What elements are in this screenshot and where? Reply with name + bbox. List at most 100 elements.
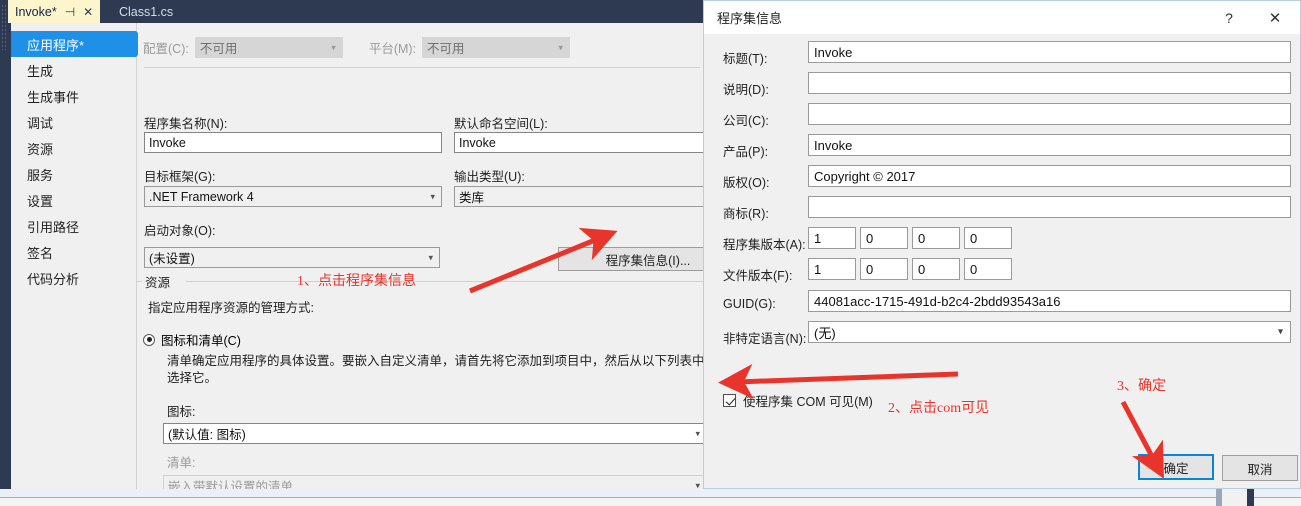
vs-vertical-toolbar-strip <box>0 0 8 506</box>
cancel-button[interactable]: 取消 <box>1222 455 1298 481</box>
sidebar-item-label: 设置 <box>27 193 54 209</box>
trademark-input[interactable] <box>808 196 1291 218</box>
default-namespace-input[interactable]: Invoke <box>454 132 703 153</box>
product-input-value: Invoke <box>814 137 853 153</box>
annotation-step-2: 2、点击com可见 <box>888 401 990 416</box>
product-input[interactable]: Invoke <box>808 134 1291 156</box>
file-version-minor-input[interactable]: 0 <box>860 258 908 280</box>
assembly-name-label: 程序集名称(N): <box>144 117 228 131</box>
chevron-down-icon: ▾ <box>428 252 433 262</box>
sidebar-item-application[interactable]: 应用程序* <box>11 31 149 57</box>
file-version-build-input[interactable]: 0 <box>912 258 960 280</box>
com-visible-checkbox[interactable]: 使程序集 COM 可见(M) <box>723 391 873 410</box>
product-field-label: 产品(P): <box>723 145 769 159</box>
dialog-title-field-label: 标题(T): <box>723 52 768 66</box>
chevron-down-icon: ▾ <box>430 191 435 201</box>
sidebar-item-signing[interactable]: 签名 <box>11 239 136 265</box>
icon-and-manifest-radio-label: 图标和清单(C) <box>161 334 241 348</box>
divider <box>144 67 700 68</box>
neutral-language-label: 非特定语言(N): <box>723 332 807 346</box>
icon-label: 图标: <box>167 405 196 419</box>
sidebar-item-label: 签名 <box>27 245 54 261</box>
assembly-version-revision-input[interactable]: 0 <box>964 227 1012 249</box>
startup-object-label: 启动对象(O): <box>144 224 216 238</box>
assembly-version-minor-input[interactable]: 0 <box>860 227 908 249</box>
assembly-version-major-value: 1 <box>814 230 822 246</box>
screenshot-root: Invoke* ⊣ ✕ Class1.cs 应用程序* 生成 生成事件 调试 资… <box>0 0 1301 506</box>
tab-invoke[interactable]: Invoke* ⊣ ✕ <box>8 0 101 23</box>
sidebar-item-label: 服务 <box>27 167 54 183</box>
sidebar-item-debug[interactable]: 调试 <box>11 109 136 135</box>
assembly-version-build-input[interactable]: 0 <box>912 227 960 249</box>
output-type-combo[interactable]: 类库 <box>454 186 703 207</box>
dialog-title: 程序集信息 <box>717 11 783 26</box>
file-version-major-input[interactable]: 1 <box>808 258 856 280</box>
file-version-minor-value: 0 <box>866 261 874 277</box>
config-value: 不可用 <box>199 42 238 56</box>
copyright-field-label: 版权(O): <box>723 176 770 190</box>
config-platform-row: 配置(C): 不可用 ▾ 平台(M): 不可用 ▾ <box>143 37 703 58</box>
taskbar-area <box>0 498 1301 506</box>
toolbar-grip-dots <box>1 4 7 50</box>
platform-label: 平台(M): <box>368 42 417 56</box>
neutral-language-combo[interactable]: (无) ▾ <box>808 321 1291 343</box>
output-type-value: 类库 <box>459 191 485 205</box>
taskbar-scrollbar[interactable] <box>1216 489 1222 506</box>
annotation-step-3: 3、确定 <box>1117 379 1166 394</box>
tab-class1-cs-label: Class1.cs <box>119 4 174 19</box>
guid-input[interactable]: 44081acc-1715-491d-b2c4-2bdd93543a16 <box>808 290 1291 312</box>
sidebar-item-settings[interactable]: 设置 <box>11 187 136 213</box>
cancel-button-label: 取消 <box>1247 462 1273 477</box>
taskbar-segment <box>1222 489 1247 506</box>
sidebar-item-services[interactable]: 服务 <box>11 161 136 187</box>
platform-value: 不可用 <box>427 42 465 56</box>
sidebar-item-reference-paths[interactable]: 引用路径 <box>11 213 136 239</box>
resources-hint: 指定应用程序资源的管理方式: <box>148 301 314 315</box>
assembly-version-major-input[interactable]: 1 <box>808 227 856 249</box>
pin-icon[interactable]: ⊣ <box>65 5 75 19</box>
assembly-information-dialog: 程序集信息 ? ✕ 标题(T): Invoke 说明(D): 公司(C): 产品… <box>703 0 1301 489</box>
sidebar-item-build-events[interactable]: 生成事件 <box>11 83 136 109</box>
assembly-version-revision-value: 0 <box>970 230 978 246</box>
file-version-revision-input[interactable]: 0 <box>964 258 1012 280</box>
chevron-down-icon: ▾ <box>331 42 336 52</box>
sidebar-item-build[interactable]: 生成 <box>11 57 136 83</box>
assembly-name-input[interactable]: Invoke <box>144 132 442 153</box>
radio-icon <box>143 333 155 346</box>
checkbox-icon <box>723 394 736 407</box>
description-input[interactable] <box>808 72 1291 94</box>
trademark-field-label: 商标(R): <box>723 207 769 221</box>
company-input[interactable] <box>808 103 1291 125</box>
icon-and-manifest-radio[interactable]: 图标和清单(C) <box>143 330 241 349</box>
neutral-language-value: (无) <box>814 325 836 341</box>
copyright-input[interactable]: Copyright © 2017 <box>808 165 1291 187</box>
target-framework-label: 目标框架(G): <box>144 170 216 184</box>
dialog-titlebar: 程序集信息 ? ✕ <box>704 1 1300 34</box>
sidebar-item-resources[interactable]: 资源 <box>11 135 136 161</box>
chevron-down-icon: ▾ <box>1277 326 1283 338</box>
tab-invoke-label: Invoke* <box>15 4 57 19</box>
title-input[interactable]: Invoke <box>808 41 1291 63</box>
assembly-name-value: Invoke <box>149 135 186 150</box>
help-icon[interactable]: ? <box>1216 7 1242 29</box>
ok-button[interactable]: 确定 <box>1138 454 1214 480</box>
file-version-revision-value: 0 <box>970 261 978 277</box>
target-framework-combo[interactable]: .NET Framework 4 ▾ <box>144 186 442 207</box>
sidebar-item-label: 调试 <box>27 115 54 131</box>
sidebar-item-code-analysis[interactable]: 代码分析 <box>11 265 136 291</box>
close-icon[interactable]: ✕ <box>83 5 93 19</box>
copyright-input-value: Copyright © 2017 <box>814 168 916 184</box>
file-version-major-value: 1 <box>814 261 822 277</box>
company-field-label: 公司(C): <box>723 114 769 128</box>
tab-class1-cs[interactable]: Class1.cs <box>112 0 181 23</box>
groupbox-top-line-right <box>186 281 736 282</box>
icon-manifest-description: 清单确定应用程序的具体设置。要嵌入自定义清单，请首先将它添加到项目中，然后从以下… <box>167 354 705 385</box>
icon-combo[interactable]: (默认值: 图标) ▾ <box>163 423 707 444</box>
startup-object-combo[interactable]: (未设置) ▾ <box>144 247 440 268</box>
dialog-body: 标题(T): Invoke 说明(D): 公司(C): 产品(P): Invok… <box>704 34 1300 488</box>
assembly-version-minor-value: 0 <box>866 230 874 246</box>
close-icon[interactable]: ✕ <box>1260 7 1290 29</box>
assembly-info-button-label: 程序集信息(I)... <box>605 253 691 268</box>
config-combo[interactable]: 不可用 ▾ <box>194 37 343 58</box>
platform-combo[interactable]: 不可用 ▾ <box>422 37 571 58</box>
